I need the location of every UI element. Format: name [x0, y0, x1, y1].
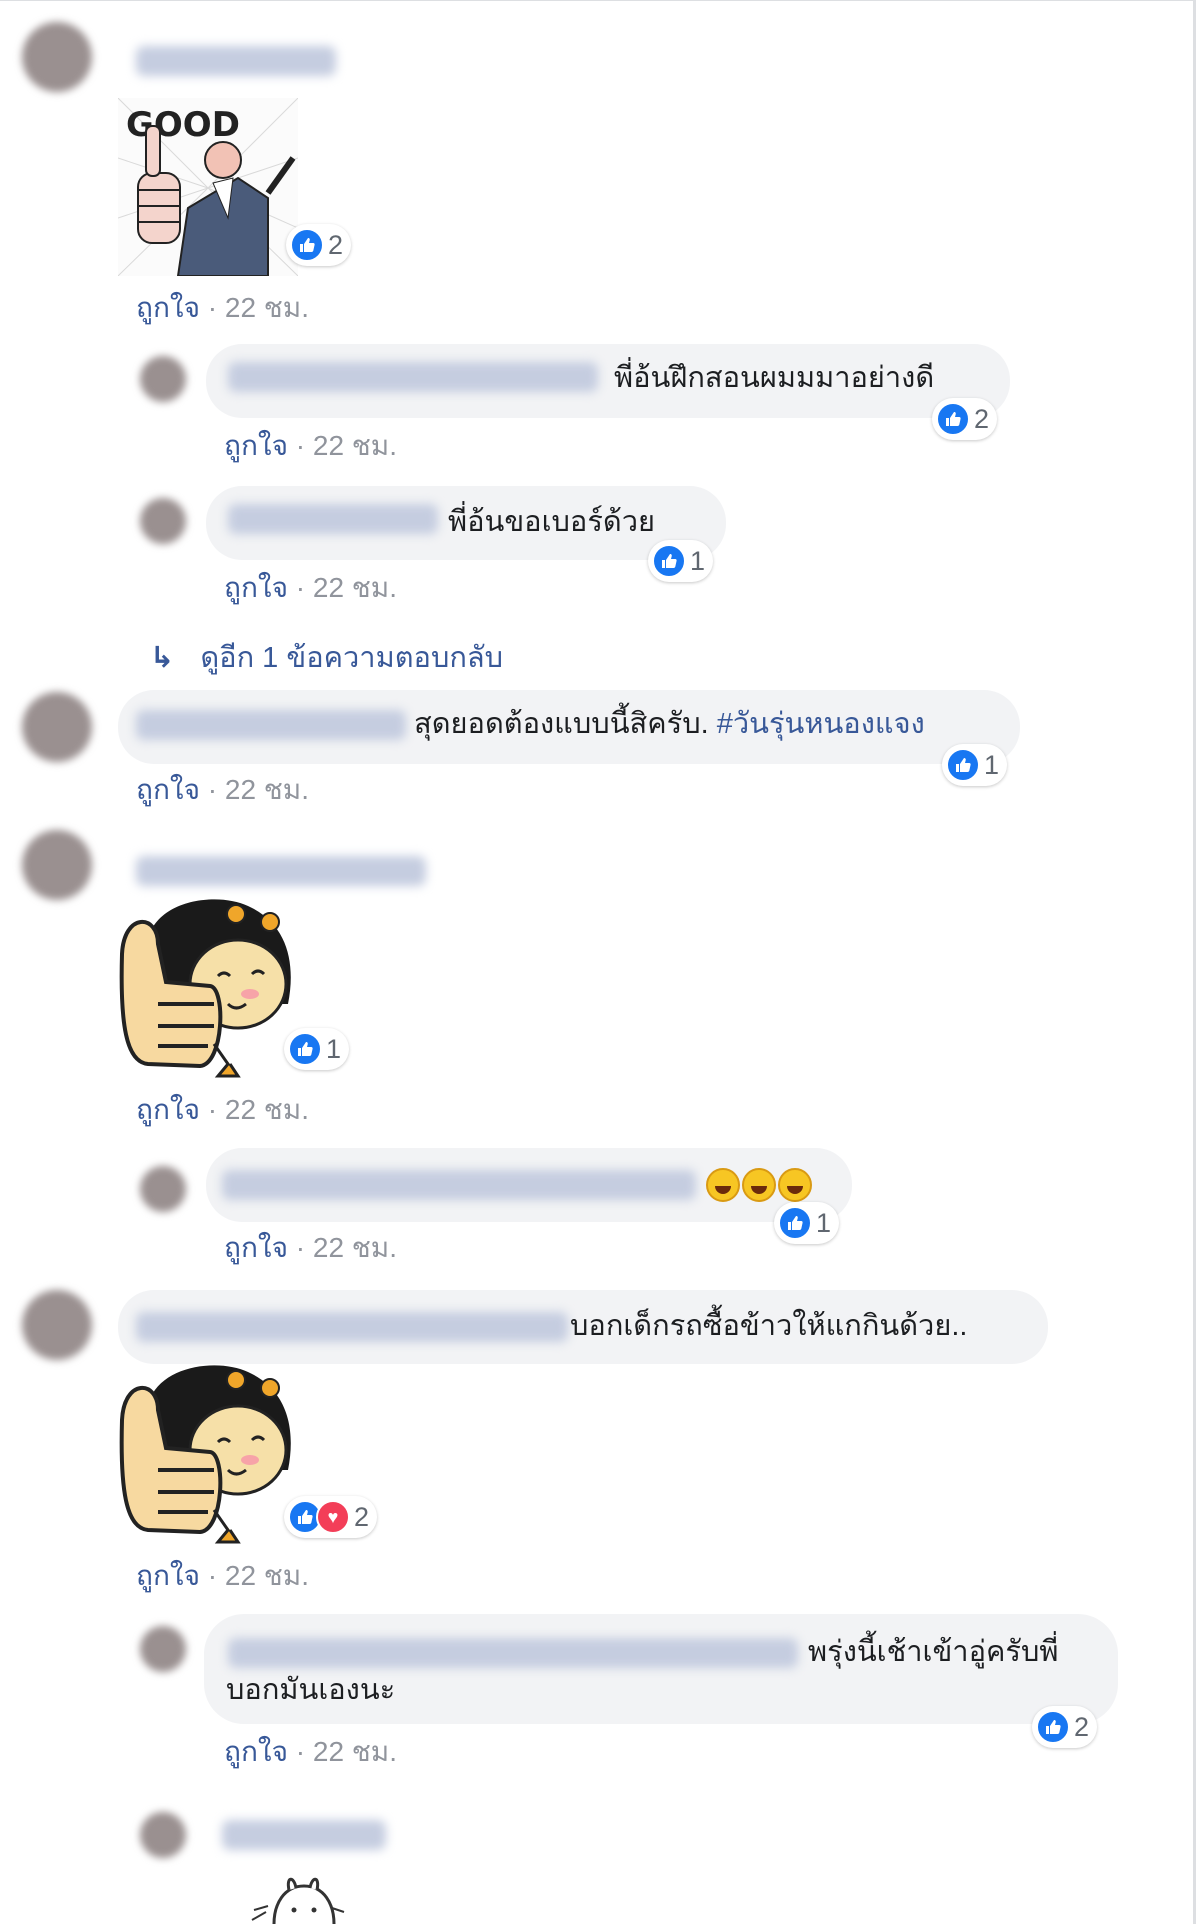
like-icon [946, 748, 980, 782]
like-icon [1036, 1710, 1070, 1744]
reply-text-line2: บอกมันเองนะ [226, 1674, 396, 1706]
reaction-count[interactable]: ♥ 2 [284, 1496, 378, 1538]
separator: · [207, 1094, 218, 1125]
commenter-name[interactable] [136, 856, 426, 886]
reaction-count[interactable]: 2 [1032, 1706, 1098, 1748]
thumbs-up-girl-sticker [119, 899, 291, 1078]
avatar[interactable] [22, 692, 92, 762]
comment-text: บอกเด็กรถซื้อข้าวให้แกกินด้วย.. [570, 1310, 968, 1342]
like-link[interactable]: ถูกใจ [136, 1560, 200, 1591]
like-link[interactable]: ถูกใจ [224, 430, 288, 461]
view-more-replies-link[interactable]: ↳ ดูอีก 1 ข้อความตอบกลับ [150, 634, 503, 680]
timestamp[interactable]: 22 ชม. [225, 1094, 309, 1125]
reaction-number: 1 [690, 545, 706, 576]
reply-meta: ถูกใจ · 22 ชม. [224, 566, 397, 610]
avatar[interactable] [140, 1166, 186, 1212]
reaction-count[interactable]: 1 [284, 1028, 350, 1070]
timestamp[interactable]: 22 ชม. [225, 292, 309, 323]
like-link[interactable]: ถูกใจ [136, 774, 200, 805]
timestamp[interactable]: 22 ชม. [313, 430, 397, 461]
timestamp[interactable]: 22 ชม. [225, 1560, 309, 1591]
reply-arrow-icon: ↳ [150, 642, 175, 674]
reaction-count[interactable]: 1 [942, 744, 1008, 786]
sticker-text: GOOD [126, 105, 240, 145]
commenter-name[interactable] [136, 710, 406, 740]
reaction-number: 2 [354, 1501, 370, 1532]
reply-text: พี่อ้นขอเบอร์ด้วย [448, 506, 656, 538]
reaction-number: 1 [326, 1033, 342, 1064]
like-link[interactable]: ถูกใจ [224, 572, 288, 603]
rolling-laughing-emoji [706, 1168, 740, 1203]
reaction-number: 1 [984, 749, 1000, 780]
like-link[interactable]: ถูกใจ [224, 1736, 288, 1767]
separator: · [207, 292, 218, 323]
reply-text-line1: พรุ่งนี้เช้าเข้าอู่ครับพี่ [808, 1636, 1059, 1668]
timestamp[interactable]: 22 ชม. [313, 1232, 397, 1263]
like-icon [778, 1206, 812, 1240]
separator: · [295, 572, 306, 603]
avatar[interactable] [22, 1290, 92, 1360]
reply-meta: ถูกใจ · 22 ชม. [224, 1730, 397, 1774]
avatar[interactable] [22, 22, 92, 92]
reply-meta: ถูกใจ · 22 ชม. [224, 1226, 397, 1270]
separator: · [207, 774, 218, 805]
love-icon: ♥ [316, 1500, 350, 1534]
reply-emojis [704, 1166, 812, 1203]
timestamp[interactable]: 22 ชม. [313, 572, 397, 603]
replier-name[interactable] [228, 1638, 798, 1668]
like-link[interactable]: ถูกใจ [136, 292, 200, 323]
separator: · [295, 1232, 306, 1263]
avatar[interactable] [140, 1812, 186, 1858]
avatar[interactable] [22, 830, 92, 900]
like-icon [290, 228, 324, 262]
replier-name[interactable] [222, 1170, 696, 1200]
comment-meta: ถูกใจ · 22 ชม. [136, 286, 309, 330]
separator: · [295, 430, 306, 461]
like-icon [288, 1032, 322, 1066]
reaction-number: 2 [974, 403, 990, 434]
reaction-number: 2 [328, 229, 344, 260]
reaction-count[interactable]: 1 [648, 540, 714, 582]
like-icon [936, 402, 970, 436]
like-link[interactable]: ถูกใจ [136, 1094, 200, 1125]
more-replies-label: ดูอีก 1 ข้อความตอบกลับ [200, 642, 504, 674]
good-sticker: GOOD [118, 98, 298, 276]
comment-body: สุดยอดต้องแบบนี้สิครับ. [414, 708, 709, 740]
rolling-laughing-emoji [742, 1168, 776, 1203]
like-link[interactable]: ถูกใจ [224, 1232, 288, 1263]
hashtag-link[interactable]: #วันรุ่นหนองแจง [717, 708, 925, 740]
timestamp[interactable]: 22 ชม. [313, 1736, 397, 1767]
replier-name[interactable] [222, 1820, 386, 1850]
rolling-laughing-emoji [778, 1168, 812, 1203]
reaction-count[interactable]: 2 [286, 224, 352, 266]
avatar[interactable] [140, 498, 186, 544]
thumbs-up-girl-sticker [119, 1365, 291, 1544]
reaction-count[interactable]: 1 [774, 1202, 840, 1244]
separator: · [207, 1560, 218, 1591]
like-icon [652, 544, 686, 578]
replier-name[interactable] [228, 362, 598, 392]
comment-text: สุดยอดต้องแบบนี้สิครับ. #วันรุ่นหนองแจง [414, 706, 925, 742]
separator: · [295, 1736, 306, 1767]
bunny-sticker [251, 1877, 345, 1924]
commenter-name[interactable] [136, 1312, 568, 1342]
avatar[interactable] [140, 356, 186, 402]
reaction-count[interactable]: 2 [932, 398, 998, 440]
comment-meta: ถูกใจ · 22 ชม. [136, 1554, 309, 1598]
replier-name[interactable] [228, 504, 438, 534]
timestamp[interactable]: 22 ชม. [225, 774, 309, 805]
comment-meta: ถูกใจ · 22 ชม. [136, 768, 309, 812]
reaction-number: 1 [816, 1207, 832, 1238]
commenter-name[interactable] [136, 46, 336, 76]
avatar[interactable] [140, 1626, 186, 1672]
comment-meta: ถูกใจ · 22 ชม. [136, 1088, 309, 1132]
reply-text: พี่อ้นฝึกสอนผมมมาอย่างดี [614, 362, 935, 394]
reaction-number: 2 [1074, 1711, 1090, 1742]
reply-meta: ถูกใจ · 22 ชม. [224, 424, 397, 468]
